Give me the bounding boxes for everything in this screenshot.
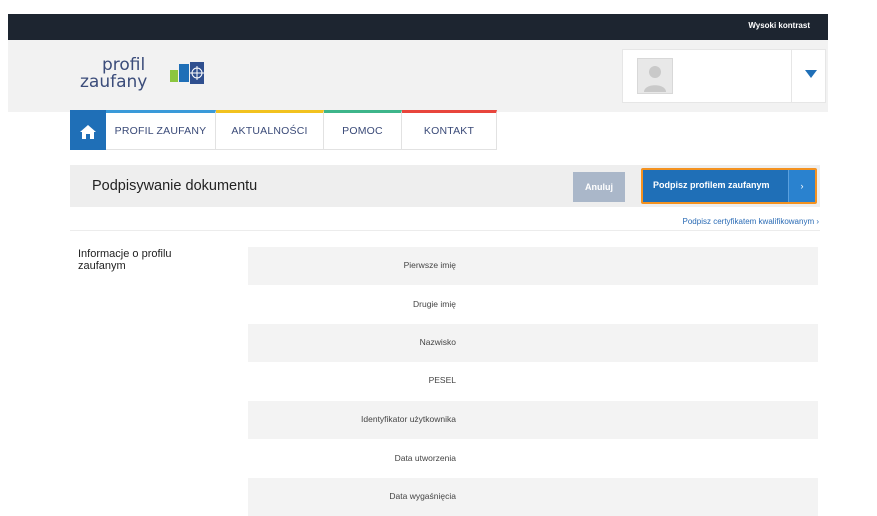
logo-text-line2: zaufany xyxy=(80,72,148,92)
logo-mark-icon xyxy=(170,62,204,84)
high-contrast-link[interactable]: Wysoki kontrast xyxy=(748,21,810,30)
nav-kontakt[interactable]: KONTAKT xyxy=(402,110,497,150)
caret-down-icon[interactable] xyxy=(803,66,819,82)
info-row-expires: Data wygaśnięcia xyxy=(248,478,818,516)
profil-zaufany-logo[interactable]: profil zaufany xyxy=(80,54,210,98)
row-label: Pierwsze imię xyxy=(403,260,456,270)
page-title: Podpisywanie dokumentu xyxy=(92,178,258,194)
row-label: Data wygaśnięcia xyxy=(389,491,456,501)
main-nav: PROFIL ZAUFANY AKTUALNOŚCI POMOC KONTAKT xyxy=(70,110,497,150)
info-row-user-id: Identyfikator użytkownika xyxy=(248,401,818,439)
nav-home[interactable] xyxy=(70,110,106,150)
sign-with-profile-button[interactable]: Podpisz profilem zaufanym › xyxy=(641,168,817,204)
chevron-right-icon: › xyxy=(788,170,815,202)
info-row-second-name: Drugie imię xyxy=(248,286,818,324)
user-avatar-icon xyxy=(637,58,673,94)
info-row-surname: Nazwisko xyxy=(248,324,818,362)
user-menu[interactable] xyxy=(622,49,826,103)
row-label: PESEL xyxy=(428,375,456,385)
sign-with-certificate-link[interactable]: Podpisz certyfikatem kwalifikowanym › xyxy=(683,217,819,226)
row-label: Drugie imię xyxy=(413,299,456,309)
nav-aktualnosci[interactable]: AKTUALNOŚCI xyxy=(216,110,324,150)
row-label: Identyfikator użytkownika xyxy=(361,414,456,424)
cancel-button[interactable]: Anuluj xyxy=(573,172,625,202)
nav-profil-zaufany[interactable]: PROFIL ZAUFANY xyxy=(106,110,216,150)
user-menu-divider xyxy=(791,50,792,102)
section-heading: Informacje o profilu zaufanym xyxy=(78,248,172,272)
info-row-pesel: PESEL xyxy=(248,362,818,400)
sign-button-label: Podpisz profilem zaufanym xyxy=(653,180,770,190)
nav-pomoc[interactable]: POMOC xyxy=(324,110,402,150)
info-row-created: Data utworzenia xyxy=(248,440,818,478)
home-icon xyxy=(80,124,96,139)
divider xyxy=(70,230,820,231)
info-row-first-name: Pierwsze imię xyxy=(248,247,818,285)
row-label: Nazwisko xyxy=(419,337,456,347)
header: profil zaufany xyxy=(8,40,828,112)
page-title-bar: Podpisywanie dokumentu Anuluj Podpisz pr… xyxy=(70,165,820,207)
top-bar: Wysoki kontrast xyxy=(8,14,828,40)
row-label: Data utworzenia xyxy=(394,453,456,463)
